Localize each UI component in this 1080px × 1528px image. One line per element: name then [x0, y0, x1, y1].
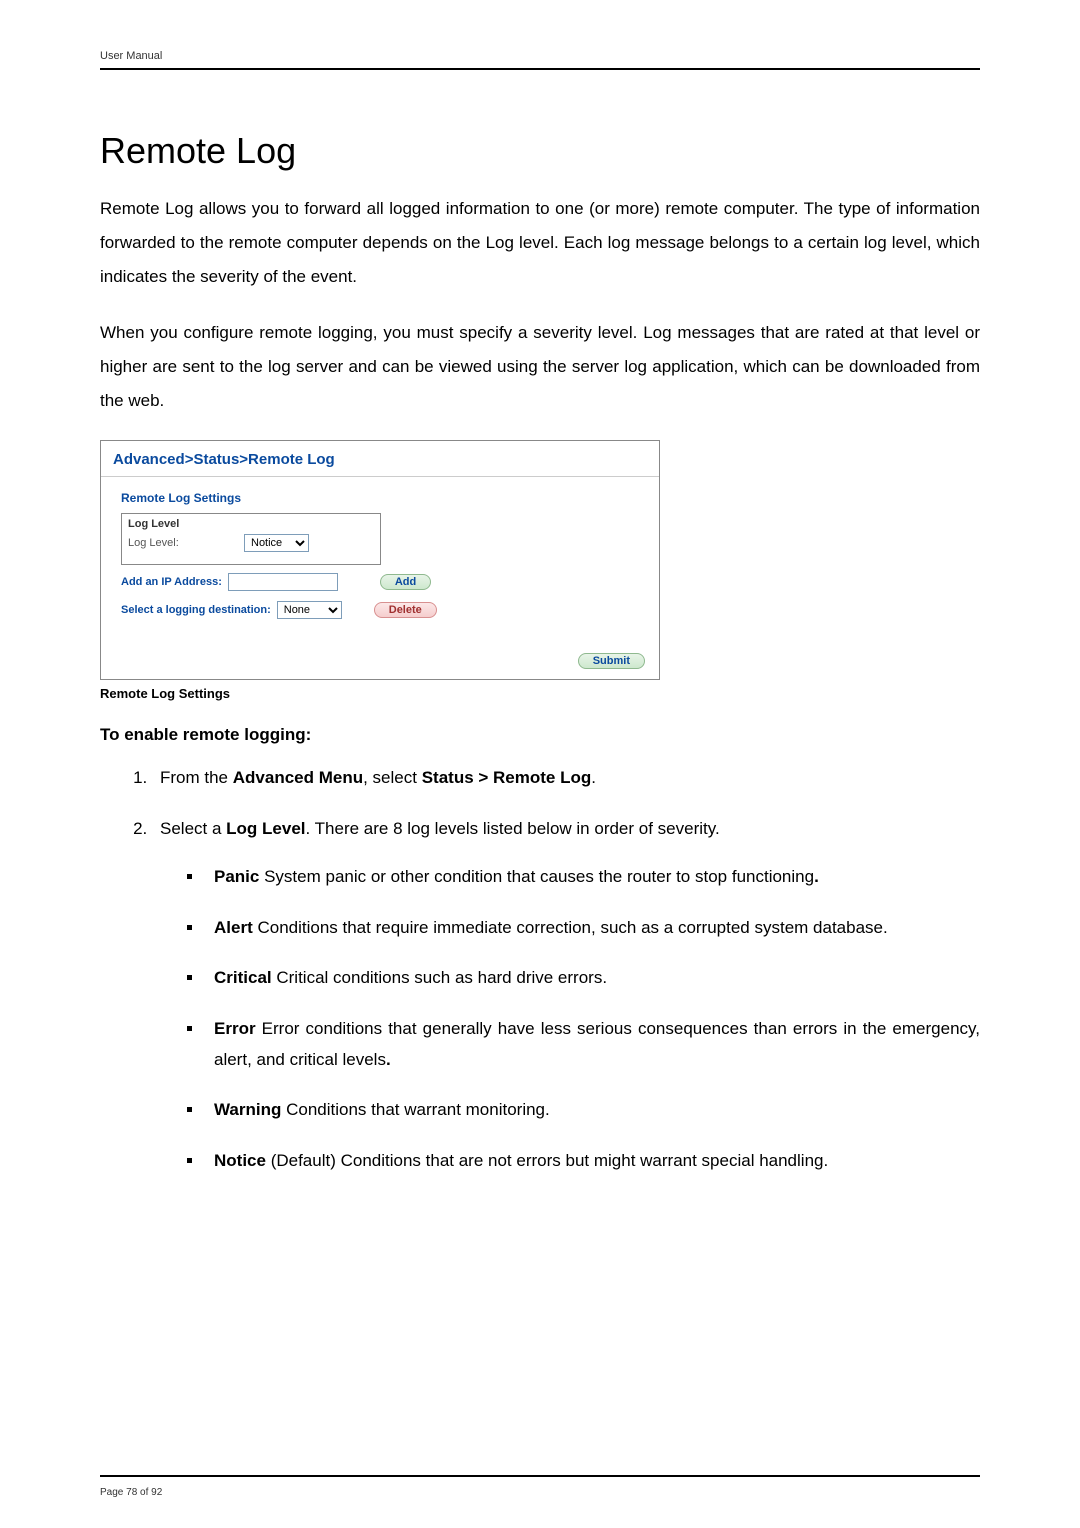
critical-label: Critical — [214, 968, 272, 987]
log-levels-list: Panic System panic or other condition th… — [204, 862, 980, 1176]
add-ip-input[interactable] — [228, 573, 338, 591]
level-warning: Warning Conditions that warrant monitori… — [204, 1095, 980, 1126]
step-2: Select a Log Level. There are 8 log leve… — [152, 814, 980, 1177]
add-button[interactable]: Add — [380, 574, 431, 590]
log-level-box: Log Level Log Level: Notice — [121, 513, 381, 565]
figure-caption: Remote Log Settings — [100, 686, 980, 701]
step2-post: . There are 8 log levels listed below in… — [306, 819, 720, 838]
step1-bold1: Advanced Menu — [233, 768, 363, 787]
breadcrumb: Advanced>Status>Remote Log — [101, 441, 659, 477]
log-level-label: Log Level: — [128, 537, 238, 549]
dest-label: Select a logging destination: — [121, 604, 271, 616]
step1-bold2: Status > Remote Log — [422, 768, 592, 787]
panic-dot: . — [814, 867, 819, 886]
error-label: Error — [214, 1019, 256, 1038]
dest-select[interactable]: None — [277, 601, 342, 619]
notice-text: (Default) Conditions that are not errors… — [266, 1151, 828, 1170]
error-dot: . — [386, 1050, 391, 1069]
warning-text: Conditions that warrant monitoring. — [281, 1100, 549, 1119]
header-title: User Manual — [100, 50, 162, 62]
settings-section-title: Remote Log Settings — [121, 491, 639, 505]
page-title: Remote Log — [100, 130, 980, 172]
panic-text: System panic or other condition that cau… — [259, 867, 814, 886]
alert-text: Conditions that require immediate correc… — [253, 918, 888, 937]
level-error: Error Error conditions that generally ha… — [204, 1014, 980, 1075]
step2-bold: Log Level — [226, 819, 305, 838]
step1-post: . — [591, 768, 596, 787]
critical-text: Critical conditions such as hard drive e… — [272, 968, 607, 987]
add-ip-label: Add an IP Address: — [121, 576, 222, 588]
notice-label: Notice — [214, 1151, 266, 1170]
procedure-list: From the Advanced Menu, select Status > … — [152, 763, 980, 1176]
alert-label: Alert — [214, 918, 253, 937]
intro-paragraph-2: When you configure remote logging, you m… — [100, 316, 980, 418]
procedure-heading: To enable remote logging: — [100, 725, 980, 745]
page-footer: Page 78 of 92 — [100, 1475, 980, 1498]
step1-mid: , select — [363, 768, 422, 787]
level-panic: Panic System panic or other condition th… — [204, 862, 980, 893]
settings-screenshot: Advanced>Status>Remote Log Remote Log Se… — [100, 440, 660, 680]
warning-label: Warning — [214, 1100, 281, 1119]
delete-button[interactable]: Delete — [374, 602, 437, 618]
page-header: User Manual — [100, 50, 980, 70]
level-critical: Critical Critical conditions such as har… — [204, 963, 980, 994]
panic-label: Panic — [214, 867, 259, 886]
step1-text: From the — [160, 768, 233, 787]
log-level-select[interactable]: Notice — [244, 534, 309, 552]
level-alert: Alert Conditions that require immediate … — [204, 913, 980, 944]
log-level-box-label: Log Level — [128, 518, 374, 530]
intro-paragraph-1: Remote Log allows you to forward all log… — [100, 192, 980, 294]
submit-button[interactable]: Submit — [578, 653, 645, 669]
step-1: From the Advanced Menu, select Status > … — [152, 763, 980, 794]
error-text: Error conditions that generally have les… — [214, 1019, 980, 1069]
page-number: Page 78 of 92 — [100, 1487, 162, 1498]
level-notice: Notice (Default) Conditions that are not… — [204, 1146, 980, 1177]
step2-text: Select a — [160, 819, 226, 838]
